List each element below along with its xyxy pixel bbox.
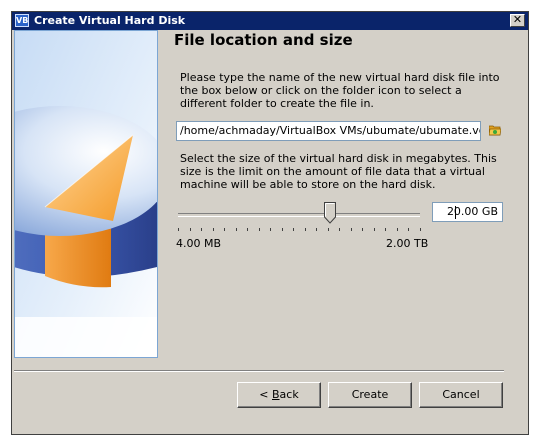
- hard-disk-illustration: [15, 31, 157, 357]
- slider-tick: [178, 228, 179, 231]
- slider-tick: [247, 228, 248, 231]
- slider-tick: [351, 228, 352, 231]
- slider-tick: [224, 228, 225, 231]
- location-description: Please type the name of the new virtual …: [180, 71, 500, 110]
- slider-tick: [374, 228, 375, 231]
- min-size-label: 4.00 MB: [176, 237, 222, 250]
- max-size-label: 2.00 TB: [386, 237, 429, 250]
- slider-tick: [293, 228, 294, 231]
- slider-tick: [408, 228, 409, 231]
- close-button[interactable]: ✕: [510, 14, 525, 27]
- virtualbox-icon: VB: [15, 14, 29, 27]
- back-rest: ack: [279, 388, 299, 401]
- cancel-button[interactable]: Cancel: [419, 382, 503, 408]
- slider-ticks: [176, 228, 422, 232]
- create-button[interactable]: Create: [328, 382, 412, 408]
- wizard-side-image: [14, 30, 158, 358]
- slider-thumb[interactable]: [324, 202, 336, 224]
- slider-tick: [259, 228, 260, 231]
- slider-track: [178, 213, 420, 217]
- slider-tick: [420, 228, 421, 231]
- size-input[interactable]: 20.00 GB: [432, 202, 503, 222]
- back-mnemonic: B: [272, 388, 280, 401]
- slider-tick: [316, 228, 317, 231]
- slider-tick: [270, 228, 271, 231]
- slider-tick: [328, 228, 329, 231]
- slider-tick: [190, 228, 191, 231]
- title-bar[interactable]: VB Create Virtual Hard Disk ✕: [12, 12, 528, 30]
- slider-tick: [385, 228, 386, 231]
- window-title: Create Virtual Hard Disk: [34, 14, 186, 27]
- back-prefix: <: [259, 388, 272, 401]
- slider-tick: [213, 228, 214, 231]
- slider-tick: [282, 228, 283, 231]
- folder-icon[interactable]: [488, 125, 502, 136]
- slider-tick: [397, 228, 398, 231]
- button-separator: [14, 370, 504, 372]
- slider-tick: [305, 228, 306, 231]
- back-button[interactable]: < Back: [237, 382, 321, 408]
- slider-tick: [339, 228, 340, 231]
- slider-tick: [362, 228, 363, 231]
- slider-tick: [236, 228, 237, 231]
- text-cursor: [455, 206, 456, 219]
- size-description: Select the size of the virtual hard disk…: [180, 152, 497, 191]
- size-slider[interactable]: [176, 202, 422, 228]
- page-title: File location and size: [174, 31, 353, 49]
- slider-tick: [201, 228, 202, 231]
- file-location-input[interactable]: /home/achmaday/VirtualBox VMs/ubumate/ub…: [176, 121, 481, 141]
